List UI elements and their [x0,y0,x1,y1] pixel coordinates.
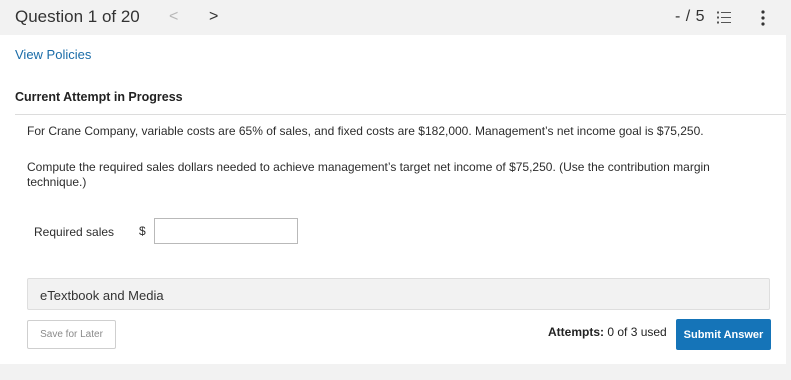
required-sales-label: Required sales [34,225,115,239]
attempts-value: 0 of 3 used [607,325,667,339]
previous-question-button[interactable]: < [169,8,178,26]
submit-answer-button[interactable]: Submit Answer [676,319,771,350]
view-policies-link[interactable]: View Policies [15,47,91,62]
divider [15,114,786,115]
question-header: Question 1 of 20 < > - / 5 [0,0,791,35]
etextbook-media-label: eTextbook and Media [40,288,164,303]
attempts-status: Attempts: 0 of 3 used [548,325,667,339]
currency-symbol: $ [139,224,146,238]
question-text-1: For Crane Company, variable costs are 65… [27,124,704,138]
question-panel: View Policies Current Attempt in Progres… [0,35,786,364]
question-score: - / 5 [675,8,706,25]
question-text-2: Compute the required sales dollars neede… [27,160,710,189]
save-for-later-button[interactable]: Save for Later [27,320,116,349]
attempt-heading: Current Attempt in Progress [15,90,183,104]
next-question-button[interactable]: > [209,8,218,26]
required-sales-input[interactable] [154,218,298,244]
etextbook-media-button[interactable]: eTextbook and Media [27,278,770,310]
question-counter: Question 1 of 20 [15,7,140,26]
list-icon[interactable] [717,11,731,24]
attempts-label: Attempts: [548,325,604,339]
more-vertical-icon[interactable] [760,9,766,27]
